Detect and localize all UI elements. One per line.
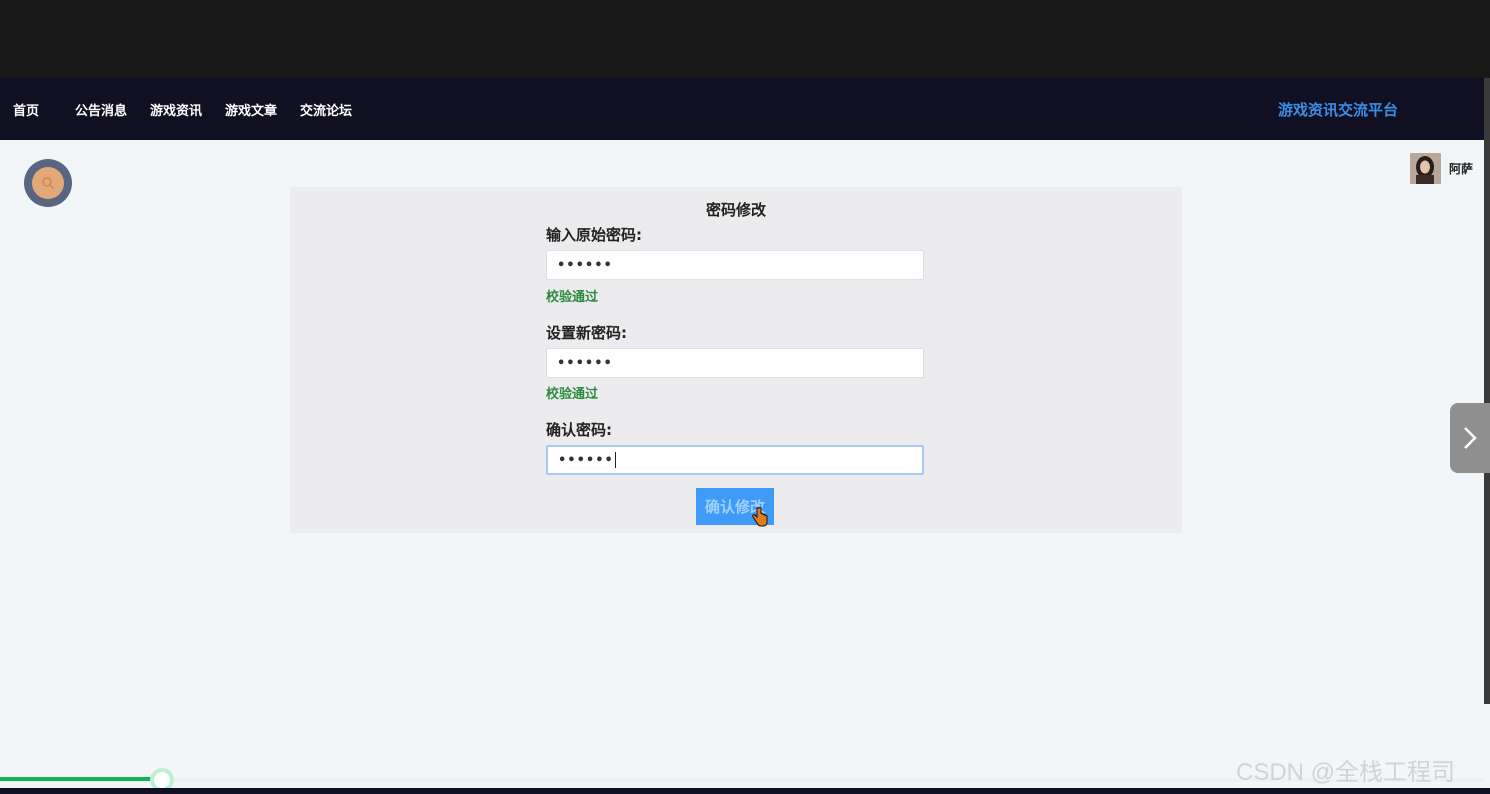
search-button[interactable] — [24, 159, 72, 207]
brand-title: 游戏资讯交流平台 — [1278, 101, 1399, 119]
new-password-label: 设置新密码: — [546, 324, 627, 342]
confirm-password-value: •••••• — [558, 452, 614, 468]
watermark: CSDN @全栈工程司 — [1236, 759, 1456, 786]
top-band — [0, 0, 1490, 78]
new-password-validation: 校验通过 — [546, 387, 599, 402]
bottom-edge — [0, 788, 1490, 794]
nav-forum[interactable]: 交流论坛 — [300, 100, 352, 119]
main-content: 阿萨 密码修改 输入原始密码: •••••• 校验通过 设置新密码: •••••… — [0, 140, 1484, 776]
form-title: 密码修改 — [705, 201, 766, 219]
old-password-validation: 校验通过 — [546, 290, 599, 305]
username: 阿萨 — [1449, 161, 1474, 176]
old-password-input[interactable]: •••••• — [546, 250, 924, 280]
confirm-password-label: 确认密码: — [546, 421, 612, 439]
video-progress-fill — [0, 777, 162, 781]
new-password-input[interactable]: •••••• — [546, 348, 924, 378]
chevron-right-icon — [1464, 427, 1477, 449]
hand-pointer-icon — [752, 507, 768, 527]
text-caret — [614, 452, 616, 468]
nav-home[interactable]: 首页 — [13, 100, 39, 119]
scrollbar-track — [1484, 704, 1490, 776]
avatar[interactable] — [1410, 152, 1441, 184]
navbar: 首页 公告消息 游戏资讯 游戏文章 交流论坛 游戏资讯交流平台 — [0, 78, 1484, 140]
search-icon — [32, 167, 64, 199]
next-panel-button[interactable] — [1450, 403, 1490, 473]
password-change-form: 密码修改 输入原始密码: •••••• 校验通过 设置新密码: •••••• 校… — [290, 187, 1182, 533]
nav-announcements[interactable]: 公告消息 — [75, 100, 127, 119]
nav-game-news[interactable]: 游戏资讯 — [150, 100, 202, 119]
user-menu[interactable]: 阿萨 — [1410, 152, 1473, 184]
confirm-password-input[interactable]: •••••• — [546, 445, 924, 475]
old-password-label: 输入原始密码: — [546, 226, 642, 244]
scrollbar-thumb[interactable] — [1484, 78, 1490, 704]
nav-game-articles[interactable]: 游戏文章 — [225, 100, 277, 119]
